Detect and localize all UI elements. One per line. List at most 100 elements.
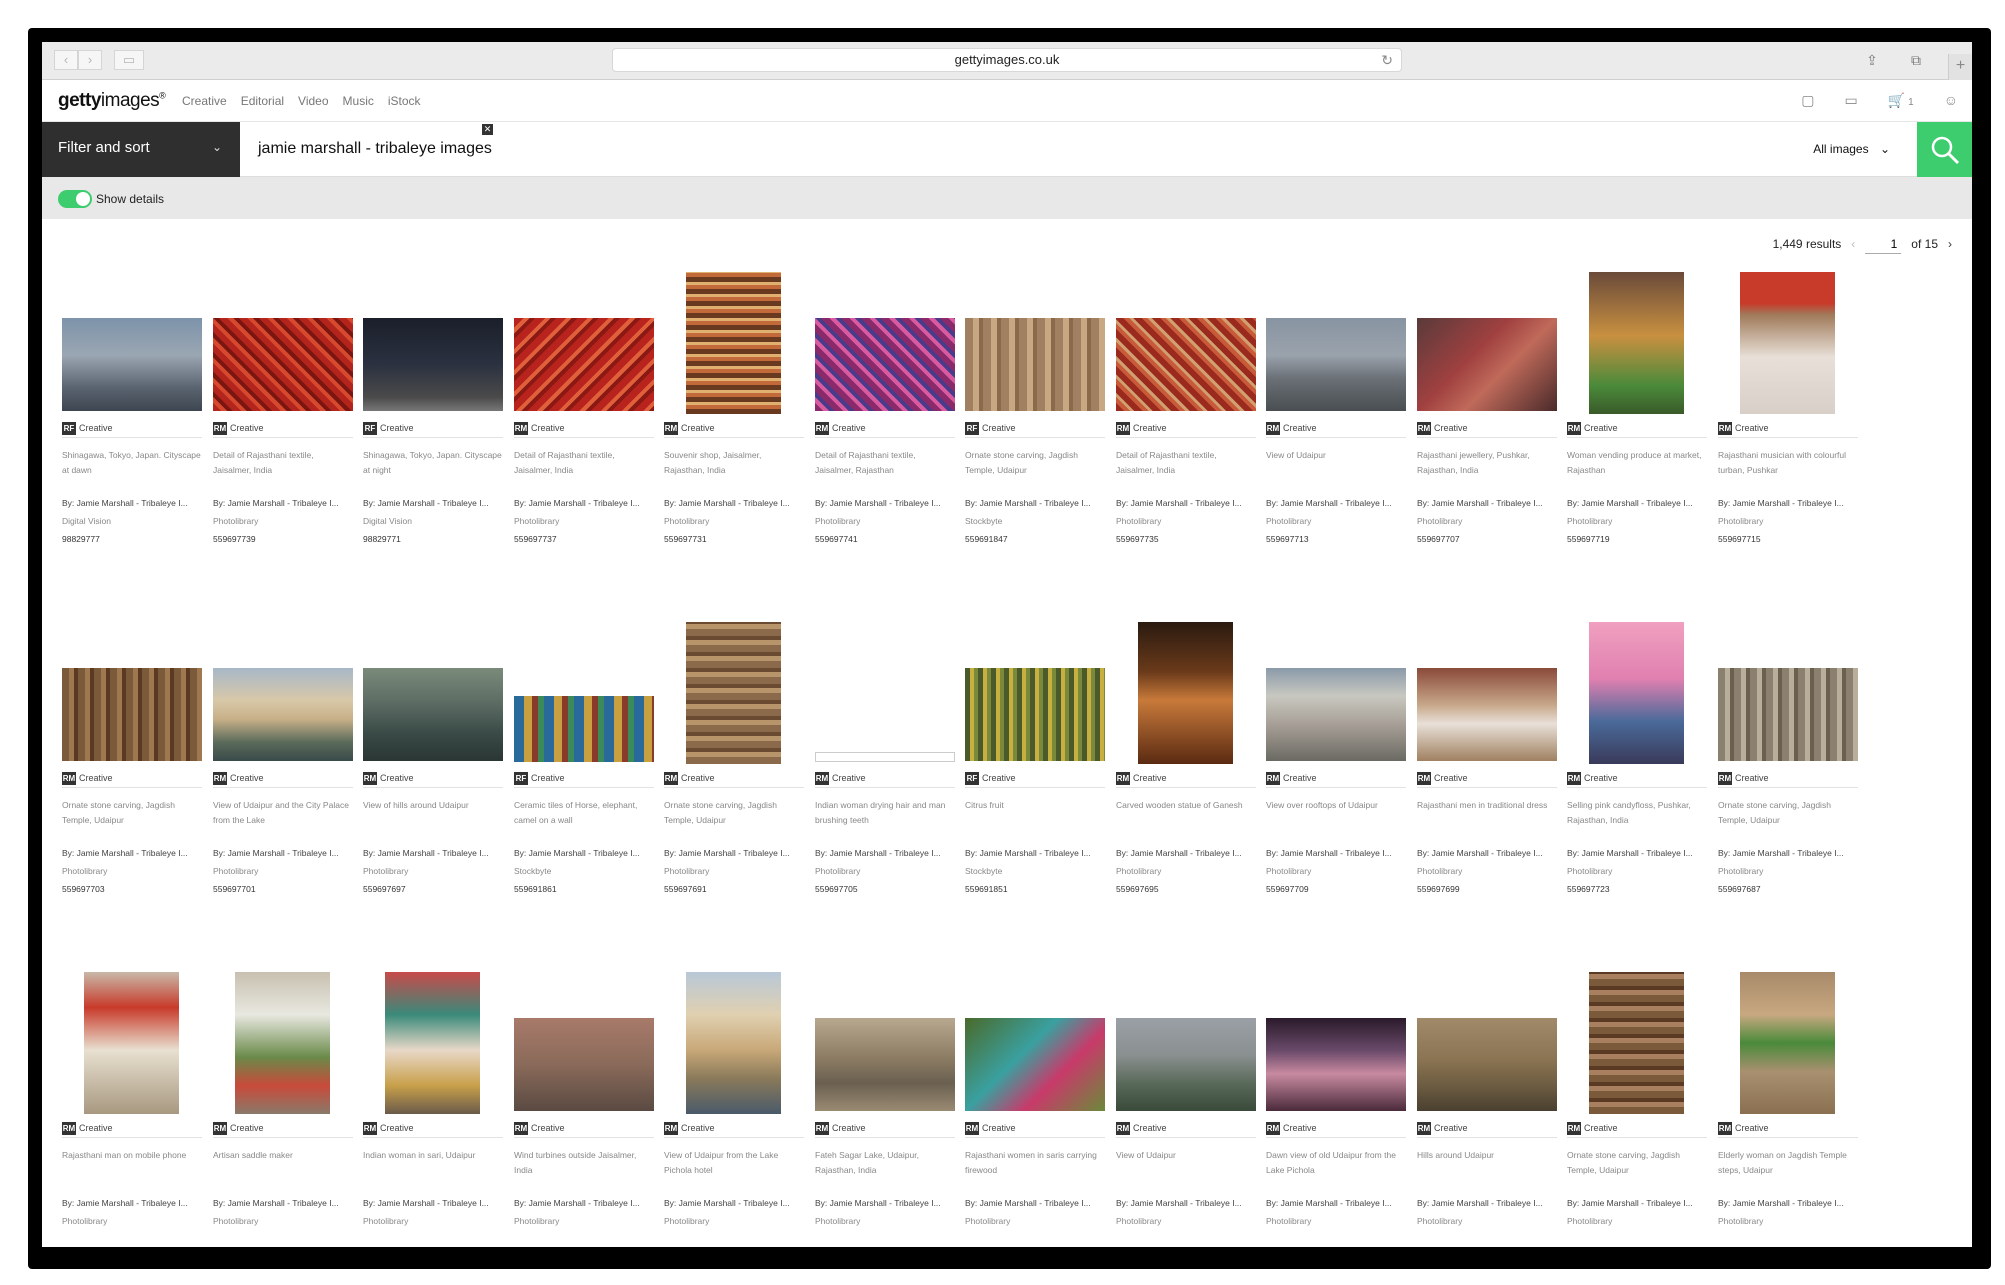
image-thumbnail[interactable] (363, 318, 503, 411)
back-icon[interactable]: ‹ (54, 50, 78, 70)
photographer[interactable]: By: Jamie Marshall - Tribaleye I... (1266, 1198, 1406, 1208)
image-caption[interactable]: Rajasthani man on mobile phone (62, 1148, 202, 1163)
image-caption[interactable]: Detail of Rajasthani textile, Jaisalmer,… (213, 448, 353, 478)
next-page-icon[interactable]: › (1948, 237, 1952, 251)
image-card[interactable]: RM Creative Ornate stone carving, Jagdish … (1567, 972, 1707, 1247)
photographer[interactable]: By: Jamie Marshall - Tribaleye I... (664, 848, 804, 858)
image-thumbnail[interactable] (686, 972, 781, 1114)
image-card[interactable]: RM Creative Rajasthani jewellery, Pushkar,… (1417, 272, 1557, 622)
image-caption[interactable]: Woman vending produce at market, Rajasth… (1567, 448, 1707, 478)
image-caption[interactable]: View of hills around Udaipur (363, 798, 503, 813)
image-card[interactable]: RM Creative Selling pink candyfloss, Pushk… (1567, 622, 1707, 972)
image-caption[interactable]: Rajasthani musician with colourful turba… (1718, 448, 1858, 478)
collection[interactable]: Photolibrary (514, 1216, 559, 1226)
image-card[interactable]: RM Creative Detail of Rajasthani textile, … (213, 272, 353, 622)
image-card[interactable]: RM Creative Fateh Sagar Lake, Udaipur, Raj… (815, 972, 955, 1247)
photographer[interactable]: By: Jamie Marshall - Tribaleye I... (62, 1198, 202, 1208)
show-details-toggle[interactable] (58, 190, 92, 208)
photographer[interactable]: By: Jamie Marshall - Tribaleye I... (1116, 848, 1256, 858)
image-thumbnail[interactable] (965, 318, 1105, 411)
photographer[interactable]: By: Jamie Marshall - Tribaleye I... (213, 848, 353, 858)
photographer[interactable]: By: Jamie Marshall - Tribaleye I... (1417, 848, 1557, 858)
image-card[interactable]: RF Creative Ornate stone carving, Jagdish … (965, 272, 1105, 622)
image-thumbnail[interactable] (1589, 972, 1684, 1114)
photographer[interactable]: By: Jamie Marshall - Tribaleye I... (1567, 848, 1707, 858)
image-thumbnail[interactable] (1266, 318, 1406, 411)
image-thumbnail[interactable] (1740, 972, 1835, 1114)
image-card[interactable]: RM Creative Souvenir shop, Jaisalmer, Raja… (664, 272, 804, 622)
collection[interactable]: Photolibrary (664, 866, 709, 876)
collection[interactable]: Photolibrary (1567, 866, 1612, 876)
collection[interactable]: Photolibrary (815, 1216, 860, 1226)
image-caption[interactable]: Souvenir shop, Jaisalmer, Rajasthan, Ind… (664, 448, 804, 478)
boards-icon[interactable]: ▢ (1801, 92, 1814, 109)
image-caption[interactable]: Detail of Rajasthani textile, Jaisalmer,… (514, 448, 654, 478)
collection[interactable]: Photolibrary (1718, 1216, 1763, 1226)
collection[interactable]: Photolibrary (664, 516, 709, 526)
image-caption[interactable]: Fateh Sagar Lake, Udaipur, Rajasthan, In… (815, 1148, 955, 1178)
collection[interactable]: Photolibrary (1718, 866, 1763, 876)
reload-icon[interactable]: ↻ (1381, 49, 1393, 71)
image-card[interactable]: RM Creative Detail of Rajasthani textile, … (514, 272, 654, 622)
collection[interactable]: Photolibrary (1266, 866, 1311, 876)
photographer[interactable]: By: Jamie Marshall - Tribaleye I... (514, 1198, 654, 1208)
image-card[interactable]: RM Creative View of Udaipur By: Jamie Marsh… (1266, 272, 1406, 622)
image-thumbnail[interactable] (1116, 318, 1256, 411)
photographer[interactable]: By: Jamie Marshall - Tribaleye I... (363, 848, 503, 858)
photographer[interactable]: By: Jamie Marshall - Tribaleye I... (664, 1198, 804, 1208)
collection[interactable]: Photolibrary (213, 1216, 258, 1226)
image-thumbnail[interactable] (1417, 1018, 1557, 1111)
collection[interactable]: Photolibrary (1116, 516, 1161, 526)
collection[interactable]: Stockbyte (514, 866, 551, 876)
collection[interactable]: Photolibrary (1266, 1216, 1311, 1226)
image-thumbnail[interactable] (514, 1018, 654, 1111)
photographer[interactable]: By: Jamie Marshall - Tribaleye I... (815, 848, 955, 858)
message-icon[interactable]: ▭ (1844, 92, 1857, 109)
image-caption[interactable]: View of Udaipur and the City Palace from… (213, 798, 353, 828)
photographer[interactable]: By: Jamie Marshall - Tribaleye I... (1116, 1198, 1256, 1208)
image-thumbnail[interactable] (235, 972, 330, 1114)
image-caption[interactable]: View of Udaipur (1266, 448, 1406, 463)
image-thumbnail[interactable] (514, 318, 654, 411)
collection[interactable]: Stockbyte (965, 866, 1002, 876)
photographer[interactable]: By: Jamie Marshall - Tribaleye I... (1417, 1198, 1557, 1208)
image-card[interactable]: RM Creative Ornate stone carving, Jagdish … (1718, 622, 1858, 972)
image-card[interactable]: RM Creative Detail of Rajasthani textile, … (1116, 272, 1256, 622)
image-caption[interactable]: Ornate stone carving, Jagdish Temple, Ud… (965, 448, 1105, 478)
image-caption[interactable]: Dawn view of old Udaipur from the Lake P… (1266, 1148, 1406, 1178)
collection[interactable]: Photolibrary (1417, 516, 1462, 526)
collection[interactable]: Photolibrary (1116, 866, 1161, 876)
photographer[interactable]: By: Jamie Marshall - Tribaleye I... (62, 848, 202, 858)
collection[interactable]: Photolibrary (1417, 866, 1462, 876)
collection[interactable]: Photolibrary (1718, 516, 1763, 526)
image-thumbnail[interactable] (1417, 668, 1557, 761)
image-caption[interactable]: Rajasthani women in saris carrying firew… (965, 1148, 1105, 1178)
image-thumbnail[interactable] (815, 318, 955, 411)
account-icon[interactable]: ☺ (1944, 92, 1958, 109)
image-caption[interactable]: View of Udaipur from the Lake Pichola ho… (664, 1148, 804, 1178)
image-caption[interactable]: Shinagawa, Tokyo, Japan. Cityscape at ni… (363, 448, 503, 478)
photographer[interactable]: By: Jamie Marshall - Tribaleye I... (664, 498, 804, 508)
photographer[interactable]: By: Jamie Marshall - Tribaleye I... (1718, 1198, 1858, 1208)
photographer[interactable]: By: Jamie Marshall - Tribaleye I... (213, 498, 353, 508)
photographer[interactable]: By: Jamie Marshall - Tribaleye I... (363, 1198, 503, 1208)
image-thumbnail[interactable] (815, 752, 955, 762)
collection[interactable]: Photolibrary (62, 1216, 107, 1226)
image-card[interactable]: RM Creative Rajasthani men in traditional … (1417, 622, 1557, 972)
photographer[interactable]: By: Jamie Marshall - Tribaleye I... (965, 498, 1105, 508)
collection[interactable]: Photolibrary (1567, 1216, 1612, 1226)
cart-icon[interactable]: 🛒 1 (1888, 92, 1914, 109)
photographer[interactable]: By: Jamie Marshall - Tribaleye I... (1718, 848, 1858, 858)
photographer[interactable]: By: Jamie Marshall - Tribaleye I... (1567, 498, 1707, 508)
collection[interactable]: Photolibrary (664, 1216, 709, 1226)
image-caption[interactable]: View of Udaipur (1116, 1148, 1256, 1163)
image-thumbnail[interactable] (815, 1018, 955, 1111)
photographer[interactable]: By: Jamie Marshall - Tribaleye I... (1718, 498, 1858, 508)
image-caption[interactable]: Carved wooden statue of Ganesh (1116, 798, 1256, 813)
image-caption[interactable]: Detail of Rajasthani textile, Jaisalmer,… (815, 448, 955, 478)
image-thumbnail[interactable] (1266, 668, 1406, 761)
collection[interactable]: Stockbyte (965, 516, 1002, 526)
collection[interactable]: Photolibrary (815, 866, 860, 876)
image-caption[interactable]: Elderly woman on Jagdish Temple steps, U… (1718, 1148, 1858, 1178)
image-thumbnail[interactable] (385, 972, 480, 1114)
